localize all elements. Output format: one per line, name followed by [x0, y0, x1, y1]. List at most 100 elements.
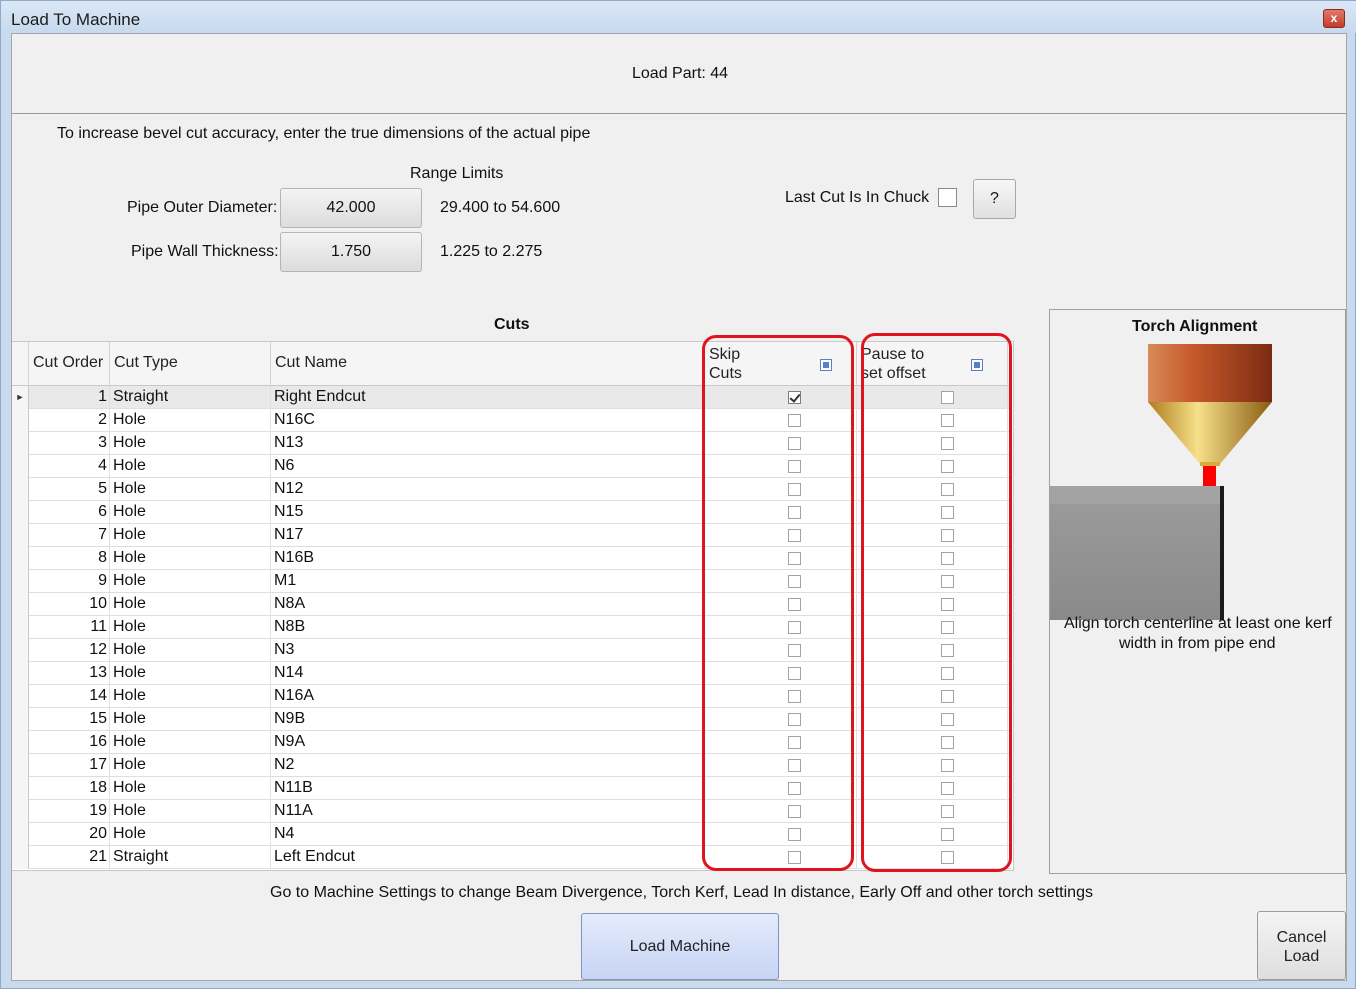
help-button[interactable]: ? — [973, 179, 1016, 219]
range-limits-heading: Range Limits — [410, 165, 504, 182]
cut-order-cell: 12 — [29, 639, 110, 662]
cut-name-cell: N6 — [271, 455, 705, 478]
cut-type-cell: Hole — [110, 708, 271, 731]
cut-order-cell: 16 — [29, 731, 110, 754]
cut-order-cell: 2 — [29, 409, 110, 432]
cut-type-cell: Straight — [110, 386, 271, 409]
wall-thickness-input[interactable]: 1.750 — [280, 232, 422, 272]
torch-alignment-title: Torch Alignment — [1132, 318, 1258, 335]
cut-name-cell: N12 — [271, 478, 705, 501]
cut-order-cell: 3 — [29, 432, 110, 455]
cut-order-cell: 15 — [29, 708, 110, 731]
cut-type-cell: Hole — [110, 501, 271, 524]
last-cut-in-chuck-checkbox[interactable] — [938, 188, 957, 207]
cut-type-cell: Hole — [110, 524, 271, 547]
cuts-heading: Cuts — [494, 316, 530, 333]
outer-diameter-input[interactable]: 42.000 — [280, 188, 422, 228]
cut-type-cell: Hole — [110, 593, 271, 616]
row-selector[interactable] — [12, 639, 29, 662]
torch-body-shape — [1148, 344, 1272, 402]
cancel-load-line1: Cancel — [1276, 929, 1327, 946]
cut-order-cell: 10 — [29, 593, 110, 616]
cut-name-cell: N16A — [271, 685, 705, 708]
row-selector[interactable] — [12, 846, 29, 869]
row-selector[interactable] — [12, 662, 29, 685]
cut-order-cell: 9 — [29, 570, 110, 593]
column-header-cut-type[interactable]: Cut Type — [110, 342, 271, 386]
cut-type-cell: Hole — [110, 754, 271, 777]
row-selector[interactable] — [12, 547, 29, 570]
cut-order-cell: 6 — [29, 501, 110, 524]
cut-type-cell: Hole — [110, 547, 271, 570]
instruction-text: To increase bevel cut accuracy, enter th… — [57, 125, 591, 142]
cut-order-cell: 5 — [29, 478, 110, 501]
cancel-load-button[interactable]: Cancel Load — [1257, 911, 1346, 980]
torch-alignment-panel: Torch Alignment Align torch centerline a… — [1049, 309, 1346, 874]
cut-name-cell: N16B — [271, 547, 705, 570]
row-selector[interactable]: ► — [12, 386, 29, 409]
cut-name-cell: N15 — [271, 501, 705, 524]
row-selector[interactable] — [12, 754, 29, 777]
window-title: Load To Machine — [11, 10, 141, 29]
torch-alignment-illustration — [1050, 344, 1272, 620]
cut-name-cell: N11B — [271, 777, 705, 800]
cut-name-cell: Right Endcut — [271, 386, 705, 409]
row-selector[interactable] — [12, 570, 29, 593]
row-selector[interactable] — [12, 616, 29, 639]
row-selector[interactable] — [12, 823, 29, 846]
row-selector[interactable] — [12, 524, 29, 547]
cut-name-cell: N9A — [271, 731, 705, 754]
cut-name-cell: N17 — [271, 524, 705, 547]
cut-type-cell: Straight — [110, 846, 271, 869]
close-button[interactable]: x — [1323, 9, 1345, 28]
outer-diameter-range: 29.400 to 54.600 — [440, 199, 561, 216]
cut-type-cell: Hole — [110, 616, 271, 639]
load-part-label: Load Part: 44 — [632, 65, 729, 82]
cut-order-cell: 21 — [29, 846, 110, 869]
cut-order-cell: 14 — [29, 685, 110, 708]
pipe-top-shape — [1050, 486, 1220, 504]
nozzle-tip-shape — [1200, 462, 1220, 466]
cut-type-cell: Hole — [110, 570, 271, 593]
row-selector[interactable] — [12, 432, 29, 455]
row-selector[interactable] — [12, 409, 29, 432]
pipe-shape — [1050, 486, 1220, 620]
cut-type-cell: Hole — [110, 478, 271, 501]
cut-order-cell: 11 — [29, 616, 110, 639]
beam-shape — [1203, 466, 1216, 486]
cut-type-cell: Hole — [110, 731, 271, 754]
cut-order-cell: 17 — [29, 754, 110, 777]
row-selector[interactable] — [12, 800, 29, 823]
column-header-cut-name-label: Cut Name — [275, 354, 348, 371]
cut-name-cell: N11A — [271, 800, 705, 823]
cut-name-cell: M1 — [271, 570, 705, 593]
load-machine-button[interactable]: Load Machine — [581, 913, 779, 980]
row-selector[interactable] — [12, 708, 29, 731]
title-bar: Load To Machine x — [1, 1, 1356, 33]
row-selector[interactable] — [12, 593, 29, 616]
cut-type-cell: Hole — [110, 639, 271, 662]
row-selector[interactable] — [12, 685, 29, 708]
row-selector[interactable] — [12, 777, 29, 800]
cut-type-cell: Hole — [110, 662, 271, 685]
row-selector[interactable] — [12, 455, 29, 478]
row-selector[interactable] — [12, 478, 29, 501]
cut-order-cell: 19 — [29, 800, 110, 823]
torch-caption-line1: Align torch centerline at least one kerf — [1064, 615, 1332, 632]
cut-type-cell: Hole — [110, 432, 271, 455]
cut-type-cell: Hole — [110, 823, 271, 846]
column-header-cut-order[interactable]: Cut Order — [29, 342, 110, 386]
row-selector[interactable] — [12, 731, 29, 754]
pipe-end-edge — [1220, 486, 1224, 620]
cut-name-cell: N4 — [271, 823, 705, 846]
column-header-cut-name[interactable]: Cut Name — [271, 342, 705, 386]
outer-diameter-label: Pipe Outer Diameter: — [127, 199, 278, 216]
column-header-cut-type-label: Cut Type — [114, 354, 178, 371]
cut-type-cell: Hole — [110, 409, 271, 432]
cut-name-cell: N2 — [271, 754, 705, 777]
pause-offset-highlight-box — [861, 333, 1012, 872]
cancel-load-line2: Load — [1283, 948, 1320, 965]
cut-order-cell: 20 — [29, 823, 110, 846]
row-selector[interactable] — [12, 501, 29, 524]
cut-order-cell: 7 — [29, 524, 110, 547]
